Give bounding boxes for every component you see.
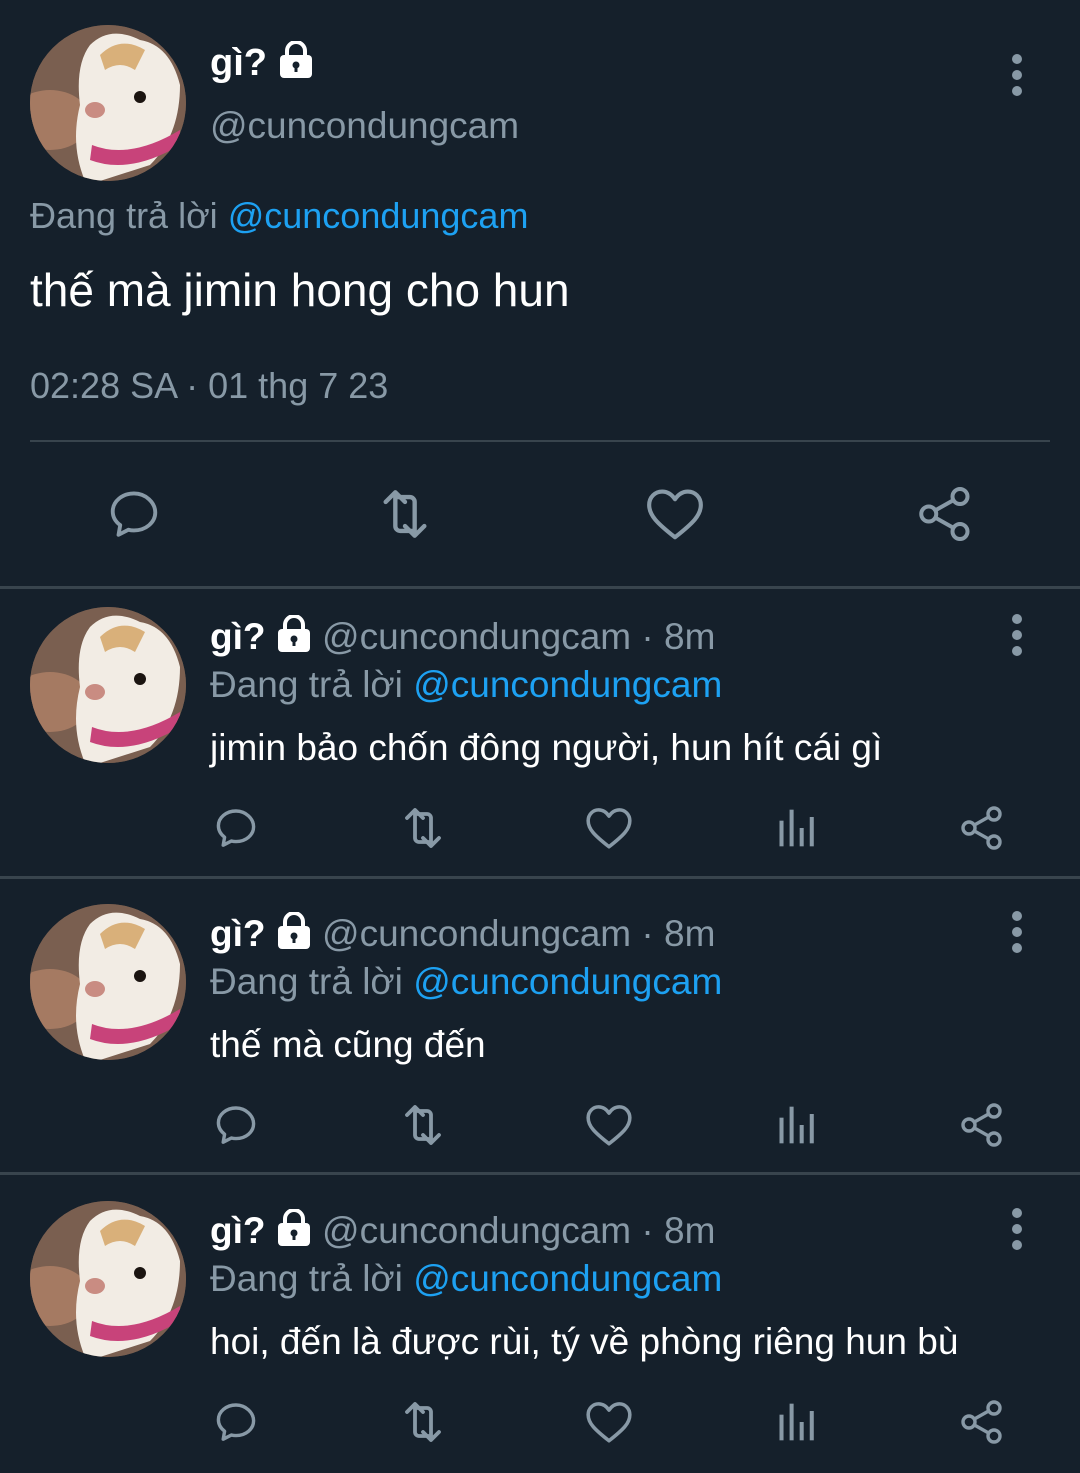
reply-icon [216,809,256,847]
reply-button[interactable] [100,482,168,546]
tweet-text: hoi, đến là được rùi, tý về phòng riêng … [210,1321,959,1362]
tweet-time: · 8m [631,913,716,954]
display-name[interactable]: gì? [210,1210,265,1251]
reply-button[interactable] [208,1098,264,1152]
share-icon [961,806,1002,850]
replying-prefix: Đang trả lời [210,1258,403,1299]
author-name-row: gì? [210,38,314,88]
author-handle[interactable]: @cuncondungcam [210,102,519,150]
retweet-button[interactable] [392,1098,454,1152]
like-button[interactable] [580,1395,638,1449]
more-vertical-icon[interactable] [1007,1207,1027,1251]
more-vertical-icon[interactable] [1007,910,1027,954]
reply-tweet[interactable]: gì? @cuncondungcam · 8m Đang trả lời @cu… [0,1183,1080,1473]
display-name[interactable]: gì? [210,913,265,954]
tweet-text: thế mà cũng đến [210,1024,486,1065]
retweet-button[interactable] [392,1395,454,1449]
author-handle[interactable]: @cuncondungcam [322,1210,631,1251]
reply-icon [110,491,158,537]
retweet-button[interactable] [392,801,454,855]
display-name[interactable]: gì? [210,42,267,84]
share-icon [961,1103,1002,1147]
divider [0,876,1080,879]
avatar[interactable] [30,607,186,763]
more-vertical-icon[interactable] [1007,613,1027,657]
tweet-timestamp[interactable]: 02:28 SA · 01 thg 7 23 [30,362,388,410]
replying-prefix: Đang trả lời [210,961,403,1002]
tweet-thread: gì? @cuncondungcam Đang trả lời @cuncond… [0,0,1080,1473]
lock-icon [277,912,310,949]
like-button[interactable] [640,482,710,546]
like-button[interactable] [580,801,638,855]
analytics-button[interactable] [768,1395,824,1449]
like-icon [647,489,703,540]
analytics-icon [779,809,814,847]
replying-prefix: Đang trả lời [210,664,403,705]
more-vertical-icon[interactable] [1007,53,1027,97]
replying-prefix: Đang trả lời [30,195,218,236]
author-meta-row: gì? @cuncondungcam · 8m [210,613,715,661]
analytics-button[interactable] [768,801,824,855]
reply-tweet[interactable]: gì? @cuncondungcam · 8m Đang trả lời @cu… [0,886,1080,1180]
replying-mention[interactable]: @cuncondungcam [413,961,722,1002]
retweet-button[interactable] [368,482,442,546]
like-button[interactable] [580,1098,638,1152]
avatar-image [30,904,186,1060]
analytics-icon [779,1403,814,1441]
analytics-icon [779,1106,814,1144]
share-button[interactable] [954,1098,1010,1152]
replying-mention[interactable]: @cuncondungcam [413,1258,722,1299]
like-icon [586,808,632,849]
reply-tweet[interactable]: gì? @cuncondungcam · 8m Đang trả lời @cu… [0,589,1080,883]
replying-to: Đang trả lời @cuncondungcam [210,1255,722,1303]
retweet-icon [405,1105,441,1145]
author-handle[interactable]: @cuncondungcam [322,913,631,954]
replying-to: Đang trả lời @cuncondungcam [210,661,722,709]
avatar-image [30,607,186,763]
analytics-button[interactable] [768,1098,824,1152]
avatar[interactable] [30,1201,186,1357]
author-handle[interactable]: @cuncondungcam [322,616,631,657]
lock-icon [277,615,310,652]
reply-button[interactable] [208,801,264,855]
reply-icon [216,1106,256,1144]
reply-icon [216,1403,256,1441]
main-tweet: gì? @cuncondungcam Đang trả lời @cuncond… [0,0,1080,586]
lock-icon [277,1209,310,1246]
tweet-time: · 8m [631,616,716,657]
share-icon [961,1400,1002,1444]
author-meta-row: gì? @cuncondungcam · 8m [210,1207,715,1255]
tweet-text: jimin bảo chốn đông người, hun hít cái g… [210,727,883,768]
share-button[interactable] [954,801,1010,855]
share-button[interactable] [910,482,980,546]
avatar[interactable] [30,904,186,1060]
like-icon [586,1402,632,1443]
lock-icon [279,41,312,78]
retweet-icon [405,808,441,848]
separator [30,440,1050,442]
tweet-text: thế mà jimin hong cho hun [30,264,570,316]
retweet-icon [405,1402,441,1442]
replying-mention[interactable]: @cuncondungcam [228,195,529,236]
author-meta-row: gì? @cuncondungcam · 8m [210,910,715,958]
like-icon [586,1105,632,1146]
divider [0,1172,1080,1175]
avatar[interactable] [30,25,186,181]
display-name[interactable]: gì? [210,616,265,657]
share-button[interactable] [954,1395,1010,1449]
replying-to: Đang trả lời @cuncondungcam [30,192,528,240]
replying-mention[interactable]: @cuncondungcam [413,664,722,705]
avatar-image [30,1201,186,1357]
reply-button[interactable] [208,1395,264,1449]
retweet-icon [383,490,427,538]
avatar-image [30,25,186,181]
tweet-time: · 8m [631,1210,716,1251]
share-icon [919,487,970,541]
replying-to: Đang trả lời @cuncondungcam [210,958,722,1006]
